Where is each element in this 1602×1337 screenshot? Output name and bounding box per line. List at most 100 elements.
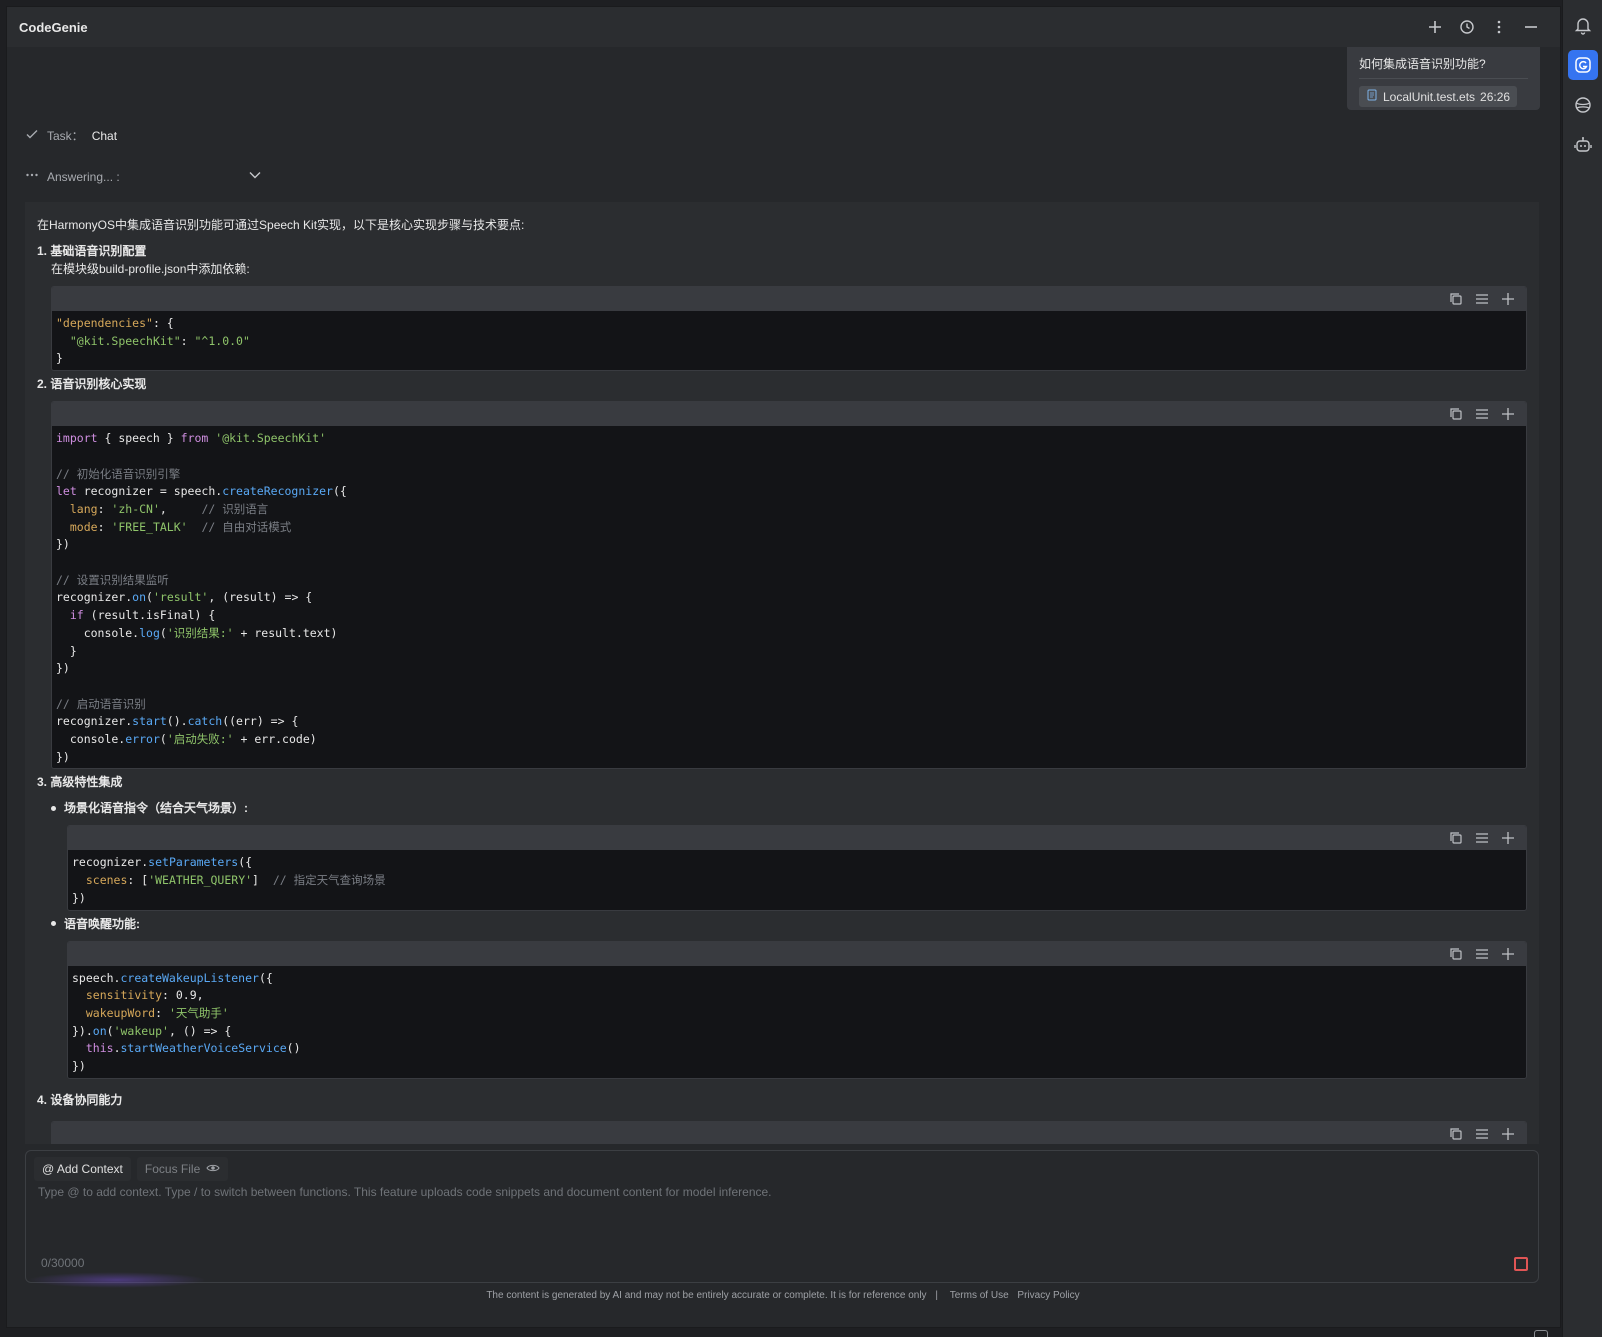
- code-line: console.log('识别结果:' + result.text): [56, 625, 338, 640]
- add-context-label: @ Add Context: [42, 1162, 123, 1176]
- code-toolbar: [68, 826, 1526, 851]
- code-line: this.startWeatherVoiceService(): [85, 1041, 301, 1056]
- insert-lines-icon[interactable]: [1474, 291, 1490, 307]
- insert-lines-icon[interactable]: [1474, 946, 1490, 962]
- status-bar-icon[interactable]: [1534, 1330, 1548, 1337]
- insert-code-icon[interactable]: [1500, 830, 1516, 846]
- copy-icon[interactable]: [1448, 830, 1464, 846]
- code-line: // 初始化语音识别引擎: [56, 466, 181, 481]
- code-toolbar: [52, 287, 1526, 311]
- code-line: speech.createWakeupListener({: [72, 970, 273, 985]
- insert-lines-icon[interactable]: [1474, 1126, 1490, 1142]
- code-line: console.error('启动失败:' + err.code): [56, 732, 317, 747]
- bullet-item: 语音唤醒功能:: [37, 915, 1527, 933]
- code-block-recognizer: import { speech } from '@kit.SpeechKit' …: [51, 401, 1527, 770]
- code-line: import { speech } from '@kit.SpeechKit': [56, 431, 327, 446]
- terms-link[interactable]: Terms of Use: [950, 1290, 1009, 1301]
- more-options-icon[interactable]: [1490, 18, 1508, 36]
- code-block-wakeup: speech.createWakeupListener({ sensitivit…: [67, 940, 1527, 1079]
- eye-icon[interactable]: [206, 1161, 220, 1178]
- code-line: recognizer.on('result', (result) => {: [56, 590, 313, 605]
- code-line: }: [56, 643, 77, 658]
- answer-content: 在HarmonyOS中集成语音识别功能可通过Speech Kit实现，以下是核心…: [25, 202, 1539, 1144]
- code-toolbar: [68, 941, 1526, 966]
- answering-label: Answering... :: [47, 169, 120, 184]
- history-icon[interactable]: [1458, 18, 1476, 36]
- code-line: scenes: ['WEATHER_QUERY'] // 指定天气查询场景: [85, 873, 386, 888]
- chevron-down-icon[interactable]: [248, 168, 262, 185]
- code-line: }): [56, 749, 70, 764]
- focus-file-button[interactable]: Focus File: [136, 1157, 229, 1181]
- add-context-button[interactable]: @ Add Context: [34, 1157, 131, 1181]
- insert-code-icon[interactable]: [1500, 1126, 1516, 1142]
- footer-separator: |: [935, 1290, 938, 1301]
- code-text: "dependencies": { "@kit.SpeechKit": "^1.…: [52, 311, 1526, 371]
- section-2-title: 2. 语音识别核心实现: [37, 377, 147, 392]
- copy-icon[interactable]: [1448, 406, 1464, 422]
- code-line: lang: 'zh-CN', // 识别语言: [69, 501, 269, 516]
- bullet-item: 场景化语音指令（结合天气场景）:: [37, 799, 1527, 817]
- section-3-title: 3. 高级特性集成: [37, 775, 123, 790]
- file-reference-chip[interactable]: LocalUnit.test.ets 26:26: [1359, 86, 1518, 107]
- code-line: recognizer.setParameters({: [72, 855, 253, 870]
- task-value: Chat: [91, 128, 118, 143]
- title-bar: CodeGenie: [7, 7, 1560, 47]
- input-placeholder[interactable]: Type @ to add context. Type / to switch …: [38, 1185, 772, 1199]
- input-glow: [27, 1272, 207, 1288]
- insert-code-icon[interactable]: [1500, 946, 1516, 962]
- privacy-link[interactable]: Privacy Policy: [1017, 1290, 1079, 1301]
- code-text: speech.createWakeupListener({ sensitivit…: [68, 965, 1526, 1078]
- code-line: if (result.isFinal) {: [69, 608, 216, 623]
- bullet-scene-commands: 场景化语音指令（结合天气场景）:: [64, 801, 248, 816]
- chat-input-box[interactable]: @ Add Context Focus File Type @ to add c…: [25, 1150, 1539, 1283]
- stop-generation-button[interactable]: [1514, 1257, 1528, 1271]
- code-line: recognizer.start().catch((err) => {: [56, 714, 299, 729]
- code-line: wakeupWord: '天气助手': [85, 1005, 229, 1020]
- new-chat-icon[interactable]: [1426, 18, 1444, 36]
- code-line: }: [56, 351, 63, 366]
- code-toolbar: [52, 1121, 1526, 1144]
- copy-icon[interactable]: [1448, 1126, 1464, 1142]
- copy-icon[interactable]: [1448, 291, 1464, 307]
- copy-icon[interactable]: [1448, 946, 1464, 962]
- code-line: sensitivity: 0.9,: [85, 988, 204, 1003]
- code-toolbar: [52, 402, 1526, 427]
- check-icon: [25, 127, 39, 144]
- code-block-scenes: recognizer.setParameters({ scenes: ['WEA…: [67, 825, 1527, 911]
- section-1-title: 1. 基础语音识别配置: [37, 244, 147, 258]
- code-line: let recognizer = speech.createRecognizer…: [56, 484, 347, 499]
- code-line: }): [72, 1059, 86, 1074]
- codegenie-icon[interactable]: [1568, 50, 1598, 80]
- code-line: }): [56, 661, 70, 676]
- answering-row[interactable]: Answering... :: [25, 168, 262, 185]
- code-block-collab: // 跨设备语音指令转发: [51, 1120, 1527, 1144]
- insert-code-icon[interactable]: [1500, 406, 1516, 422]
- assistant-bot-icon[interactable]: [1568, 130, 1598, 160]
- disclaimer-text: The content is generated by AI and may n…: [486, 1290, 927, 1301]
- task-row: Task： Chat: [25, 127, 117, 144]
- code-line: // 设置识别结果监听: [56, 572, 169, 587]
- globe-icon[interactable]: [1568, 90, 1598, 120]
- code-line: "dependencies": {: [56, 316, 174, 330]
- insert-lines-icon[interactable]: [1474, 830, 1490, 846]
- bullet-wakeup: 语音唤醒功能:: [64, 916, 140, 931]
- code-line: // 启动语音识别: [56, 696, 146, 711]
- file-icon: [1366, 89, 1378, 104]
- notifications-icon[interactable]: [1568, 10, 1598, 40]
- code-line: mode: 'FREE_TALK' // 自由对话模式: [69, 519, 292, 534]
- insert-code-icon[interactable]: [1500, 291, 1516, 307]
- user-question: 如何集成语音识别功能?: [1359, 55, 1528, 79]
- task-label: Task：: [47, 129, 84, 143]
- progress-dots-icon: [25, 168, 39, 185]
- insert-lines-icon[interactable]: [1474, 406, 1490, 422]
- codegenie-panel: CodeGenie 如何集成语音识别功能? LocalUnit.test.ets…: [6, 6, 1561, 1328]
- minimize-icon[interactable]: [1522, 18, 1540, 36]
- title-actions: [1426, 7, 1540, 47]
- code-line: "@kit.SpeechKit": "^1.0.0": [69, 333, 250, 348]
- code-block-dependencies: "dependencies": { "@kit.SpeechKit": "^1.…: [51, 286, 1527, 372]
- section-4-title: 4. 设备协同能力: [37, 1092, 123, 1107]
- user-message-bubble: 如何集成语音识别功能? LocalUnit.test.ets 26:26: [1347, 47, 1540, 110]
